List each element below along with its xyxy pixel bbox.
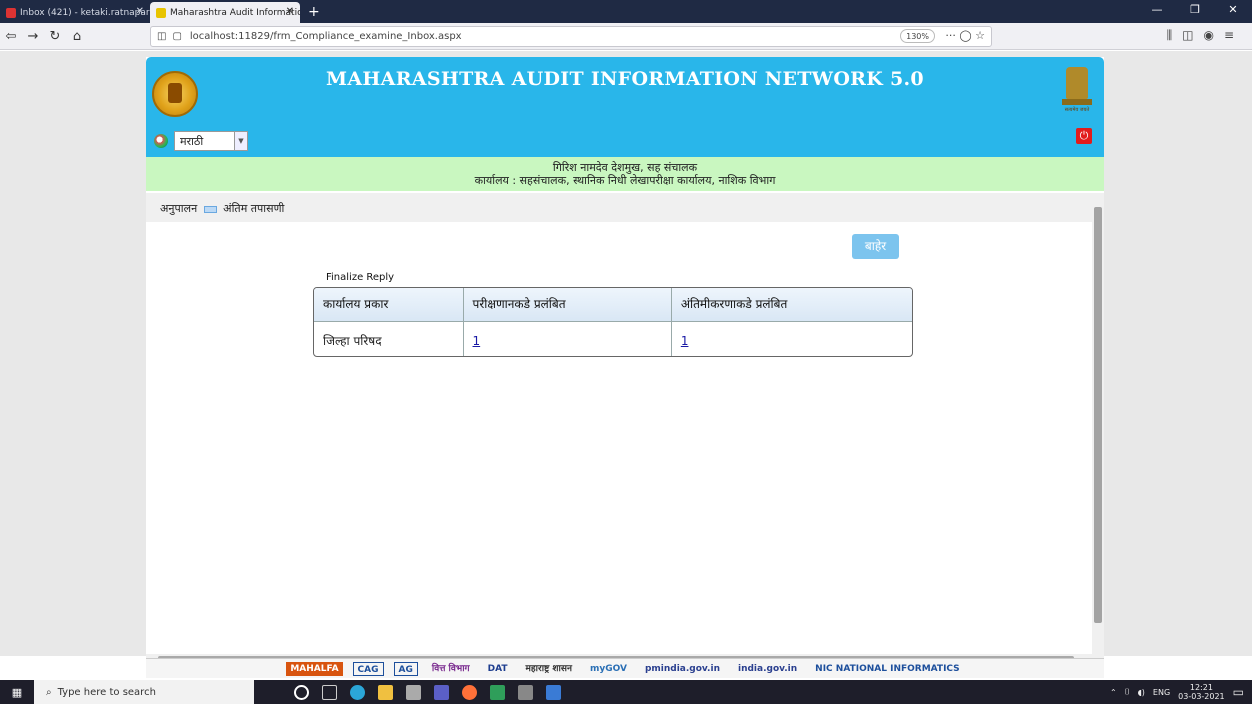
cell-pending-exam: 1 (463, 321, 672, 356)
dat-logo[interactable]: DAT (484, 662, 512, 676)
clock-date: 03-03-2021 (1178, 692, 1225, 701)
column-header-office-type: कार्यालय प्रकार (314, 288, 464, 321)
reload-icon[interactable]: ↻ (44, 29, 66, 44)
logout-power-icon[interactable]: ⏻ (1076, 128, 1092, 144)
notification-icon[interactable]: ▭ (1233, 685, 1244, 699)
window-controls: — ❐ ✕ (1138, 0, 1252, 23)
search-placeholder: Type here to search (57, 686, 156, 698)
scrollbar-thumb[interactable] (1094, 207, 1102, 623)
close-window-button[interactable]: ✕ (1214, 0, 1252, 23)
tab-inbox-label: Inbox (421) - ketaki.ratnaparkhi (20, 7, 150, 18)
windows-start-icon[interactable]: ▦ (0, 686, 34, 699)
search-icon: ⌕ (46, 686, 52, 698)
shield-icon: ◫ (157, 31, 167, 42)
table-row: जिल्हा परिषद 1 1 (314, 321, 912, 356)
language-selector: मराठी ▼ (154, 131, 248, 151)
language-dropdown[interactable]: मराठी ▼ (174, 131, 248, 151)
cortana-icon[interactable] (294, 684, 309, 700)
clock-time: 12:21 (1189, 683, 1213, 692)
ashoka-emblem-logo: सत्यमेव जयते (1062, 63, 1092, 115)
language-value: मराठी (180, 134, 204, 148)
exit-button[interactable]: बाहेर (852, 234, 899, 259)
task-view-icon[interactable] (322, 684, 337, 700)
language-indicator[interactable]: ENG (1153, 688, 1170, 697)
url-bar[interactable]: ◫ ▢ localhost:11829/frm_Compliance_exami… (150, 26, 992, 47)
breadcrumb-separator-icon (203, 205, 217, 213)
clock[interactable]: 12:21 03-03-2021 (1178, 683, 1225, 701)
minimize-button[interactable]: — (1138, 0, 1176, 23)
file-explorer-icon[interactable] (378, 684, 393, 700)
pending-exam-link[interactable]: 1 (473, 334, 481, 348)
close-icon[interactable]: ✕ (286, 6, 294, 17)
column-header-pending-exam: परीक्षणानकडे प्रलंबित (463, 288, 672, 321)
column-header-pending-final: अंतिमीकरणाकडे प्रलंबित (671, 288, 912, 321)
page-viewport: MAHARASHTRA AUDIT INFORMATION NETWORK 5.… (0, 51, 1252, 666)
bookmark-star-icon[interactable]: ··· ◯ ☆ (945, 29, 985, 42)
user-info-bar: गिरिश नामदेव देशमुख, सह संचालक कार्यालय … (146, 157, 1104, 191)
finance-dept-logo[interactable]: वित्त विभाग (428, 662, 474, 676)
volume-icon[interactable]: ◖) (1138, 688, 1145, 697)
zoom-badge[interactable]: 130% (900, 29, 935, 43)
url-text: localhost:11829/frm_Compliance_examine_I… (189, 31, 462, 42)
chevron-down-icon[interactable]: ▼ (234, 132, 247, 150)
app-container: MAHARASHTRA AUDIT INFORMATION NETWORK 5.… (146, 57, 1104, 666)
mygov-logo[interactable]: myGOV (586, 662, 631, 676)
app-title: MAHARASHTRA AUDIT INFORMATION NETWORK 5.… (326, 68, 924, 90)
nic-logo[interactable]: NIC NATIONAL INFORMATICS (811, 662, 964, 676)
photos-icon[interactable] (490, 684, 505, 700)
notepad-icon[interactable] (546, 684, 561, 700)
tab-active-label: Maharashtra Audit Information (170, 7, 300, 18)
firefox-icon[interactable] (462, 684, 477, 700)
user-name: गिरिश नामदेव देशमुख, सह संचालक (552, 161, 698, 174)
table-caption: Finalize Reply (326, 272, 395, 283)
nic-icon (156, 7, 166, 18)
forward-icon[interactable]: → (22, 29, 44, 44)
tools-icon[interactable] (518, 684, 533, 700)
library-icon[interactable]: ⫼◫◉≡ (1167, 28, 1244, 43)
globe-icon (154, 134, 168, 148)
tab-maharashtra-audit[interactable]: Maharashtra Audit Information ✕ (150, 2, 300, 23)
ag-logo[interactable]: AG (393, 661, 418, 676)
home-icon[interactable]: ⌂ (66, 29, 88, 44)
restore-button[interactable]: ❐ (1176, 0, 1214, 23)
tray-chevron-icon[interactable]: ⌃ (1110, 688, 1117, 697)
user-office: कार्यालय : सहसंचालक, स्थानिक निधी लेखापर… (474, 174, 776, 187)
teams-icon[interactable] (434, 684, 449, 700)
maharashtra-shasan-logo[interactable]: महाराष्ट्र शासन (522, 662, 576, 676)
finalize-reply-table: कार्यालय प्रकार परीक्षणानकडे प्रलंबित अं… (313, 287, 913, 357)
mahalfa-logo[interactable]: MAHALFA (286, 661, 343, 676)
mail-icon[interactable] (406, 684, 421, 700)
network-icon[interactable]: ⌷ (1125, 687, 1130, 697)
taskbar-apps (294, 684, 561, 700)
footer-logo-strip: MAHALFA CAG AG वित्त विभाग DAT महाराष्ट्… (146, 658, 1104, 678)
system-tray: ⌃ ⌷ ◖) ENG 12:21 03-03-2021 ▭ (1110, 680, 1244, 704)
cell-pending-final: 1 (671, 321, 912, 356)
edge-icon[interactable] (350, 684, 365, 700)
new-tab-button[interactable]: + (300, 2, 328, 23)
pmindia-logo[interactable]: pmindia.gov.in (641, 662, 724, 676)
page-icon: ▢ (172, 31, 182, 42)
breadcrumb-parent[interactable]: अनुपालन (160, 202, 197, 215)
browser-nav-bar: ⇦ → ↻ ⌂ ◫ ▢ localhost:11829/frm_Complian… (0, 23, 1252, 50)
taskbar-search-box[interactable]: ⌕ Type here to search (34, 680, 254, 704)
table-header-row: कार्यालय प्रकार परीक्षणानकडे प्रलंबित अं… (314, 288, 912, 321)
tab-inbox[interactable]: Inbox (421) - ketaki.ratnaparkhi ✕ (0, 2, 150, 23)
content-frame: अनुपालन अंतिम तपासणी बाहेर Finalize Repl… (146, 193, 1094, 655)
breadcrumb: अनुपालन अंतिम तपासणी (146, 193, 1094, 222)
gmail-icon (6, 7, 16, 18)
emblem-text: सत्यमेव जयते (1064, 107, 1090, 113)
india-gov-logo[interactable]: india.gov.in (734, 662, 801, 676)
back-icon[interactable]: ⇦ (0, 29, 22, 44)
pending-final-link[interactable]: 1 (681, 334, 689, 348)
breadcrumb-current: अंतिम तपासणी (223, 202, 285, 215)
windows-taskbar: ▦ ⌕ Type here to search ⌃ ⌷ ◖) ENG 12:21… (0, 680, 1252, 704)
cag-logo[interactable]: CAG (352, 661, 384, 676)
frame-vertical-scrollbar[interactable] (1092, 193, 1104, 655)
cell-office-type: जिल्हा परिषद (314, 321, 464, 356)
browser-tab-bar: Inbox (421) - ketaki.ratnaparkhi ✕ Mahar… (0, 0, 1252, 23)
close-icon[interactable]: ✕ (136, 6, 144, 17)
header-banner: MAHARASHTRA AUDIT INFORMATION NETWORK 5.… (146, 57, 1104, 157)
